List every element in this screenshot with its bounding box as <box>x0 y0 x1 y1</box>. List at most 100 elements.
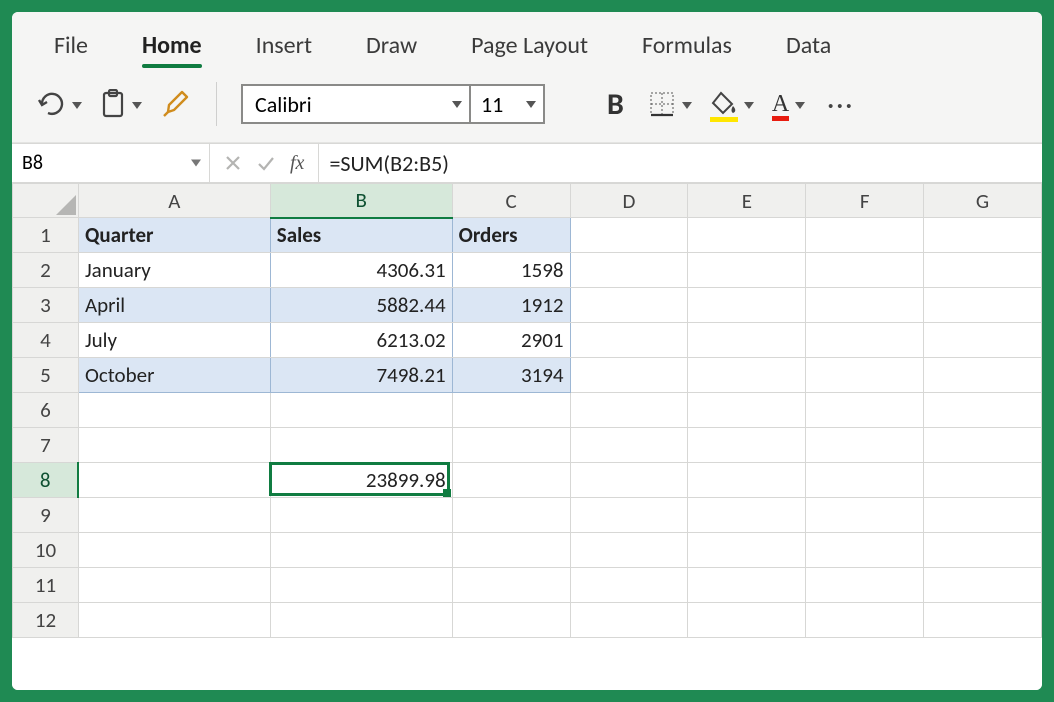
cell-G3[interactable] <box>924 288 1042 323</box>
font-name-select[interactable]: Calibri <box>241 84 471 124</box>
cell-C4[interactable]: 2901 <box>452 323 570 358</box>
cell-E8[interactable] <box>688 463 806 498</box>
cell-E12[interactable] <box>688 603 806 638</box>
col-header-D[interactable]: D <box>570 184 688 218</box>
tab-formulas[interactable]: Formulas <box>620 23 754 74</box>
cell-D7[interactable] <box>570 428 688 463</box>
col-header-B[interactable]: B <box>270 184 452 218</box>
col-header-A[interactable]: A <box>78 184 270 218</box>
cell-G9[interactable] <box>924 498 1042 533</box>
cell-A8[interactable] <box>78 463 270 498</box>
cell-B5[interactable]: 7498.21 <box>270 358 452 393</box>
cell-D9[interactable] <box>570 498 688 533</box>
tab-data[interactable]: Data <box>764 23 853 74</box>
cell-F8[interactable] <box>806 463 924 498</box>
cell-C8[interactable] <box>452 463 570 498</box>
fill-color-button[interactable] <box>710 91 754 117</box>
cell-G8[interactable] <box>924 463 1042 498</box>
col-header-C[interactable]: C <box>452 184 570 218</box>
cell-D1[interactable] <box>570 218 688 253</box>
cell-F5[interactable] <box>806 358 924 393</box>
cell-C7[interactable] <box>452 428 570 463</box>
cell-G2[interactable] <box>924 253 1042 288</box>
paste-button[interactable] <box>100 89 142 119</box>
cell-G5[interactable] <box>924 358 1042 393</box>
cell-E5[interactable] <box>688 358 806 393</box>
row-header-10[interactable]: 10 <box>13 533 79 568</box>
borders-button[interactable] <box>648 90 692 118</box>
cell-E4[interactable] <box>688 323 806 358</box>
cell-G12[interactable] <box>924 603 1042 638</box>
cell-B6[interactable] <box>270 393 452 428</box>
cell-C10[interactable] <box>452 533 570 568</box>
cancel-formula-button[interactable] <box>224 154 242 172</box>
bold-button[interactable]: B <box>601 86 630 123</box>
cell-B10[interactable] <box>270 533 452 568</box>
cell-B1[interactable]: Sales <box>270 218 452 253</box>
cell-G10[interactable] <box>924 533 1042 568</box>
cell-E11[interactable] <box>688 568 806 603</box>
cell-A7[interactable] <box>78 428 270 463</box>
tab-draw[interactable]: Draw <box>344 23 439 74</box>
cell-B9[interactable] <box>270 498 452 533</box>
tab-file[interactable]: File <box>32 23 110 74</box>
more-button[interactable]: ··· <box>823 87 858 122</box>
cell-E10[interactable] <box>688 533 806 568</box>
cell-D10[interactable] <box>570 533 688 568</box>
col-header-E[interactable]: E <box>688 184 806 218</box>
cell-D4[interactable] <box>570 323 688 358</box>
cell-E1[interactable] <box>688 218 806 253</box>
cell-F7[interactable] <box>806 428 924 463</box>
row-header-3[interactable]: 3 <box>13 288 79 323</box>
cell-A4[interactable]: July <box>78 323 270 358</box>
cell-A10[interactable] <box>78 533 270 568</box>
cell-B3[interactable]: 5882.44 <box>270 288 452 323</box>
cell-F3[interactable] <box>806 288 924 323</box>
cell-G11[interactable] <box>924 568 1042 603</box>
row-header-6[interactable]: 6 <box>13 393 79 428</box>
cell-A9[interactable] <box>78 498 270 533</box>
font-color-button[interactable]: A <box>772 92 805 116</box>
cell-B12[interactable] <box>270 603 452 638</box>
cell-F9[interactable] <box>806 498 924 533</box>
cell-B2[interactable]: 4306.31 <box>270 253 452 288</box>
cell-E3[interactable] <box>688 288 806 323</box>
cell-C5[interactable]: 3194 <box>452 358 570 393</box>
spreadsheet-grid[interactable]: A B C D E F G 1 Quarter Sales Orders <box>12 183 1042 690</box>
row-header-8[interactable]: 8 <box>13 463 79 498</box>
cell-E6[interactable] <box>688 393 806 428</box>
cell-F10[interactable] <box>806 533 924 568</box>
tab-home[interactable]: Home <box>120 23 224 74</box>
cell-C11[interactable] <box>452 568 570 603</box>
cell-E7[interactable] <box>688 428 806 463</box>
cell-G6[interactable] <box>924 393 1042 428</box>
cell-F1[interactable] <box>806 218 924 253</box>
col-header-F[interactable]: F <box>806 184 924 218</box>
cell-B7[interactable] <box>270 428 452 463</box>
cell-C3[interactable]: 1912 <box>452 288 570 323</box>
cell-A11[interactable] <box>78 568 270 603</box>
row-header-7[interactable]: 7 <box>13 428 79 463</box>
cell-D11[interactable] <box>570 568 688 603</box>
cell-D5[interactable] <box>570 358 688 393</box>
cell-F6[interactable] <box>806 393 924 428</box>
cell-E9[interactable] <box>688 498 806 533</box>
cell-C2[interactable]: 1598 <box>452 253 570 288</box>
cell-C12[interactable] <box>452 603 570 638</box>
font-size-select[interactable]: 11 <box>471 84 545 124</box>
cell-C9[interactable] <box>452 498 570 533</box>
cell-F4[interactable] <box>806 323 924 358</box>
format-painter-button[interactable] <box>160 89 192 119</box>
cell-D6[interactable] <box>570 393 688 428</box>
cell-B11[interactable] <box>270 568 452 603</box>
row-header-5[interactable]: 5 <box>13 358 79 393</box>
select-all-corner[interactable] <box>13 184 79 218</box>
row-header-4[interactable]: 4 <box>13 323 79 358</box>
cell-A5[interactable]: October <box>78 358 270 393</box>
row-header-11[interactable]: 11 <box>13 568 79 603</box>
cell-D12[interactable] <box>570 603 688 638</box>
cell-F12[interactable] <box>806 603 924 638</box>
cell-G7[interactable] <box>924 428 1042 463</box>
col-header-G[interactable]: G <box>924 184 1042 218</box>
row-header-1[interactable]: 1 <box>13 218 79 253</box>
